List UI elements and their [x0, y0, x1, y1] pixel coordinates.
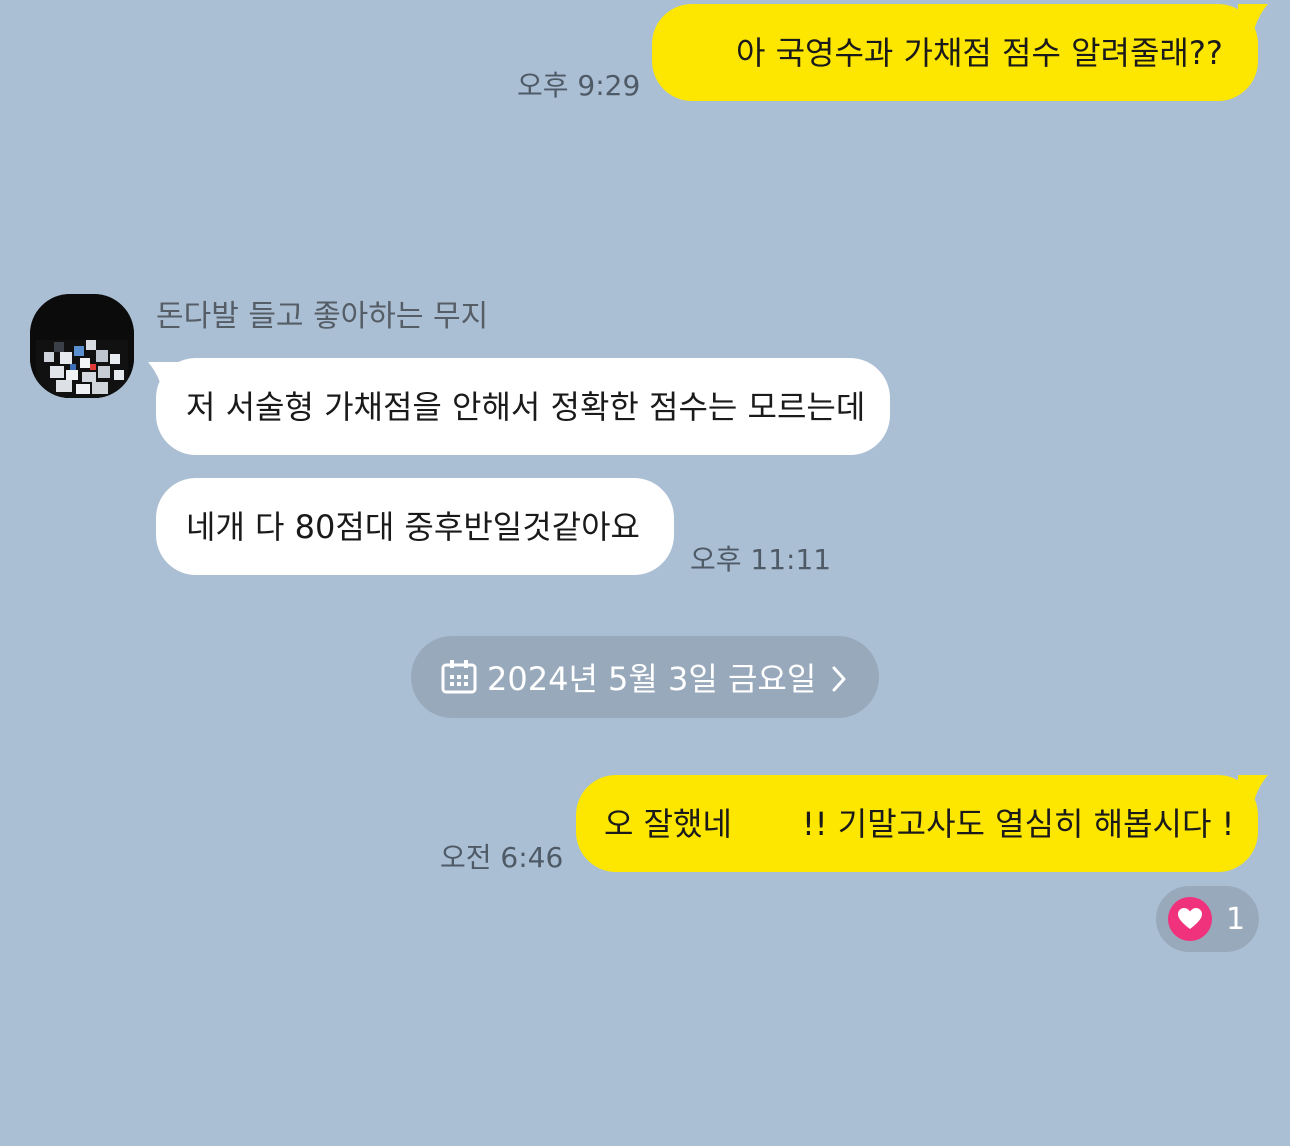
message-time: 오후 11:11	[690, 543, 832, 576]
message-bubble-sent[interactable]: 오 잘했네 !! 기말고사도 열심히 해봅시다 !	[576, 775, 1258, 872]
message-text: 네개 다 80점대 중후반일것같아요	[186, 507, 640, 546]
message-text: 아 국영수과 가채점 점수 알려줄래??	[736, 33, 1223, 72]
message-time: 오전 6:46	[440, 841, 564, 874]
message-bubble-received[interactable]: 네개 다 80점대 중후반일것같아요	[156, 478, 674, 575]
bubble-tail	[148, 362, 178, 396]
reaction-badge[interactable]: 1	[1156, 886, 1259, 952]
chevron-right-icon	[830, 663, 848, 692]
date-text: 2024년 5월 3일 금요일	[487, 660, 817, 698]
message-bubble-sent[interactable]: 아 국영수과 가채점 점수 알려줄래??	[652, 4, 1258, 101]
message-text: 오 잘했네	[604, 804, 732, 843]
message-text: !! 기말고사도 열심히 해봅시다 !	[801, 804, 1235, 843]
date-divider[interactable]: 2024년 5월 3일 금요일	[411, 636, 879, 718]
message-bubble-received[interactable]: 저 서술형 가채점을 안해서 정확한 점수는 모르는데	[156, 358, 890, 455]
reaction-count: 1	[1226, 901, 1246, 937]
bubble-tail	[1238, 4, 1268, 38]
sender-name: 돈다발 들고 좋아하는 무지	[156, 299, 489, 334]
bubble-tail	[1238, 775, 1268, 809]
avatar-image	[30, 294, 134, 398]
message-time: 오후 9:29	[517, 69, 641, 102]
heart-icon	[1168, 897, 1212, 941]
avatar[interactable]	[30, 294, 134, 398]
calendar-icon	[441, 660, 477, 694]
message-text: 저 서술형 가채점을 안해서 정확한 점수는 모르는데	[186, 387, 866, 426]
